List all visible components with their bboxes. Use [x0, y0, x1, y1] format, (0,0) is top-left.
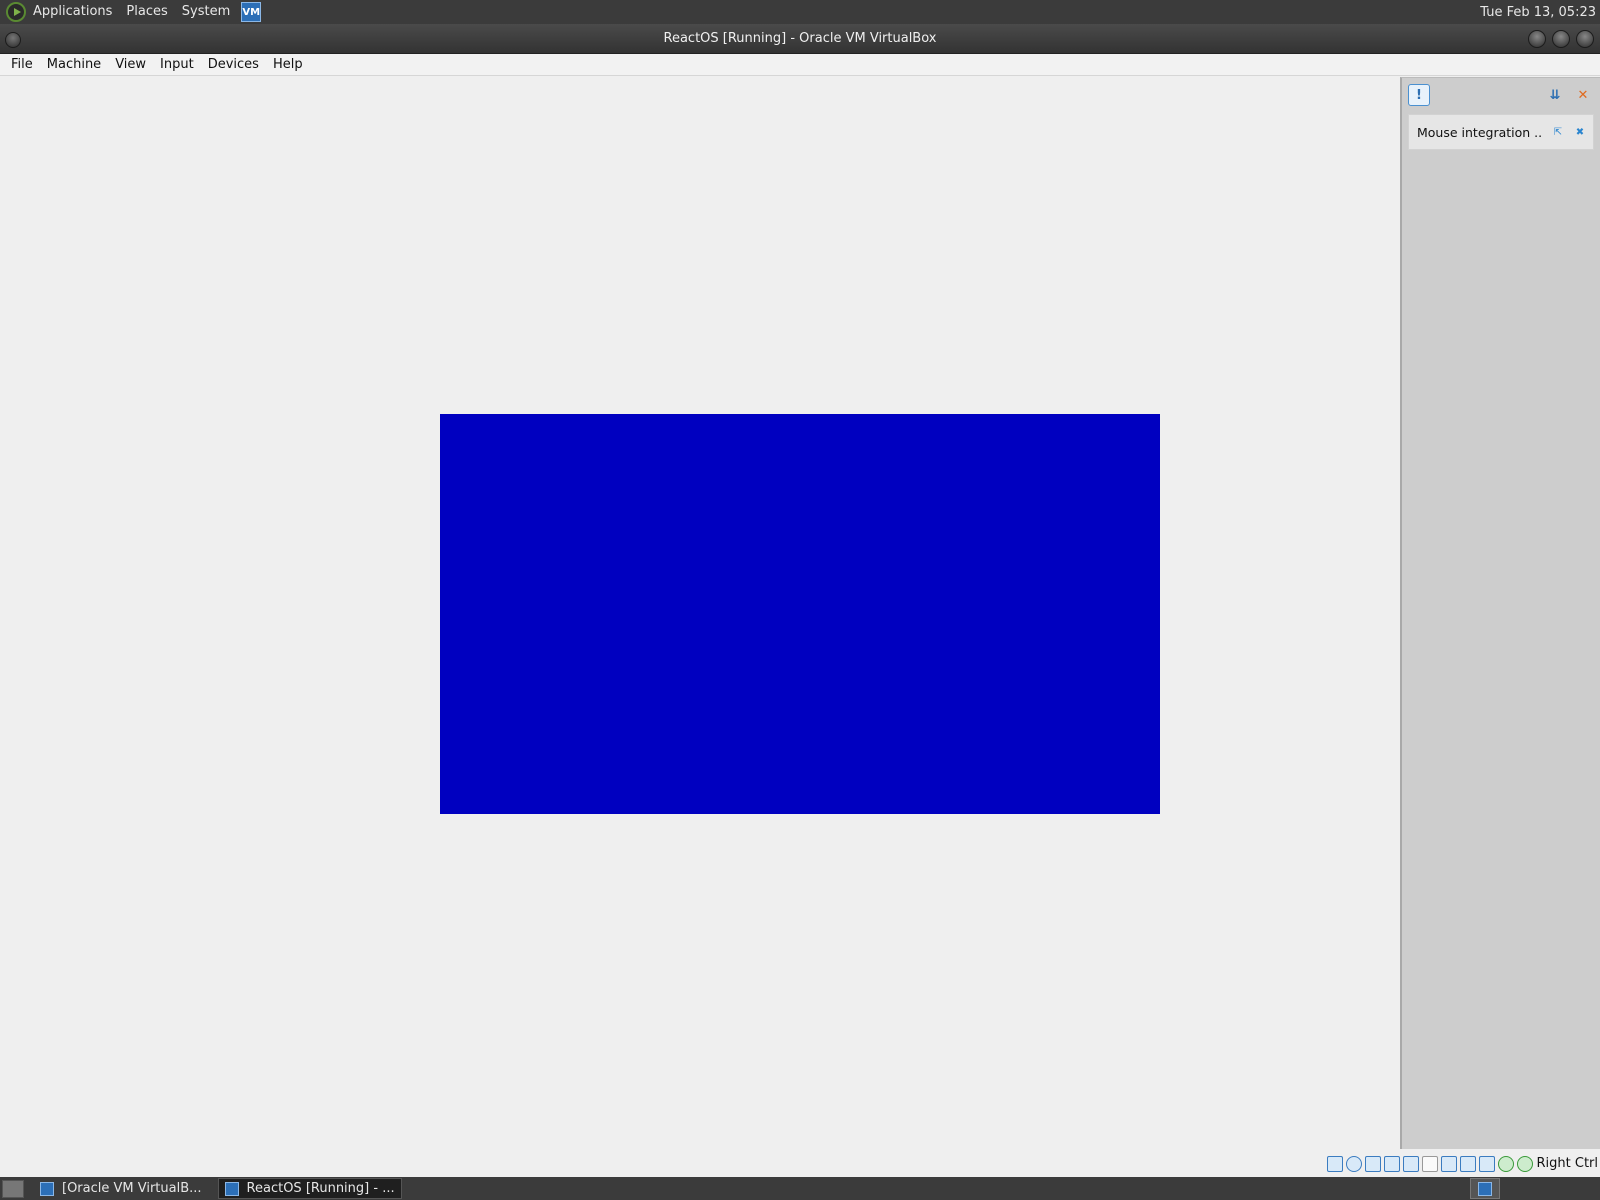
menu-view[interactable]: View	[108, 54, 153, 76]
close-notification-icon[interactable]: ✖	[1573, 125, 1587, 139]
menu-help[interactable]: Help	[266, 54, 310, 76]
mouse-integration-icon[interactable]	[1516, 1155, 1533, 1172]
usb-icon[interactable]	[1402, 1155, 1419, 1172]
panel-clock[interactable]: Tue Feb 13, 05:23	[1480, 5, 1596, 20]
notification-item[interactable]: Mouse integration ... ⇱ ✖	[1408, 114, 1594, 150]
window-titlebar[interactable]: ReactOS [Running] - Oracle VM VirtualBox	[0, 24, 1600, 54]
close-all-notifications-icon[interactable]: ✕	[1572, 84, 1594, 106]
taskbar: [Oracle VM VirtualB... ReactOS [Running]…	[0, 1177, 1600, 1200]
optical-drive-icon[interactable]	[1345, 1155, 1362, 1172]
menu-input[interactable]: Input	[153, 54, 201, 76]
notification-center: ! ⇊ ✕ Mouse integration ... ⇱ ✖	[1400, 77, 1600, 1149]
network-icon[interactable]	[1383, 1155, 1400, 1172]
top-panel: Applications Places System VM Tue Feb 13…	[0, 0, 1600, 24]
hard-disk-icon[interactable]	[1326, 1155, 1343, 1172]
audio-icon[interactable]	[1364, 1155, 1381, 1172]
host-key-label[interactable]: Right Ctrl	[1537, 1156, 1599, 1171]
window-title: ReactOS [Running] - Oracle VM VirtualBox	[663, 31, 937, 46]
menu-devices[interactable]: Devices	[201, 54, 266, 76]
taskbar-item-virtualbox-manager[interactable]: [Oracle VM VirtualB...	[34, 1178, 208, 1199]
notification-toggle-icon[interactable]: !	[1408, 84, 1430, 106]
virtualbox-vm-icon	[224, 1181, 239, 1196]
minimize-button[interactable]	[1528, 30, 1546, 48]
menubar: File Machine View Input Devices Help	[0, 54, 1600, 76]
virtualization-icon[interactable]	[1478, 1155, 1495, 1172]
hide-all-notifications-icon[interactable]: ⇊	[1544, 84, 1566, 106]
places-menu[interactable]: Places	[119, 0, 174, 24]
recording-icon[interactable]	[1459, 1155, 1476, 1172]
menu-machine[interactable]: Machine	[40, 54, 108, 76]
menu-file[interactable]: File	[4, 54, 40, 76]
notification-text: Mouse integration ...	[1417, 124, 1543, 140]
taskbar-item-reactos[interactable]: ReactOS [Running] - ...	[217, 1178, 402, 1199]
taskbar-item-label: ReactOS [Running] - ...	[246, 1181, 395, 1196]
show-desktop-icon[interactable]	[2, 1179, 24, 1198]
workspace-switcher[interactable]	[1470, 1178, 1500, 1199]
window-menu-button[interactable]	[5, 32, 21, 48]
vm-display-area[interactable]	[0, 77, 1400, 1149]
hide-notification-icon[interactable]: ⇱	[1551, 125, 1565, 139]
notification-toolbar: ! ⇊ ✕	[1402, 78, 1600, 112]
system-menu[interactable]: System	[175, 0, 237, 24]
statusbar: Right Ctrl	[0, 1150, 1600, 1177]
taskbar-item-label: [Oracle VM VirtualB...	[62, 1181, 202, 1196]
display-icon[interactable]	[1440, 1155, 1457, 1172]
virtualbox-icon	[40, 1181, 54, 1196]
close-button[interactable]	[1576, 30, 1594, 48]
workspace-window-icon	[1478, 1181, 1492, 1196]
virtualbox-launcher-icon[interactable]: VM	[241, 2, 262, 22]
shared-folders-icon[interactable]	[1421, 1155, 1438, 1172]
guest-additions-icon[interactable]	[1497, 1155, 1514, 1172]
distro-logo-icon[interactable]	[6, 2, 26, 22]
guest-screen[interactable]	[440, 414, 1160, 814]
maximize-button[interactable]	[1552, 30, 1570, 48]
applications-menu[interactable]: Applications	[26, 0, 119, 24]
